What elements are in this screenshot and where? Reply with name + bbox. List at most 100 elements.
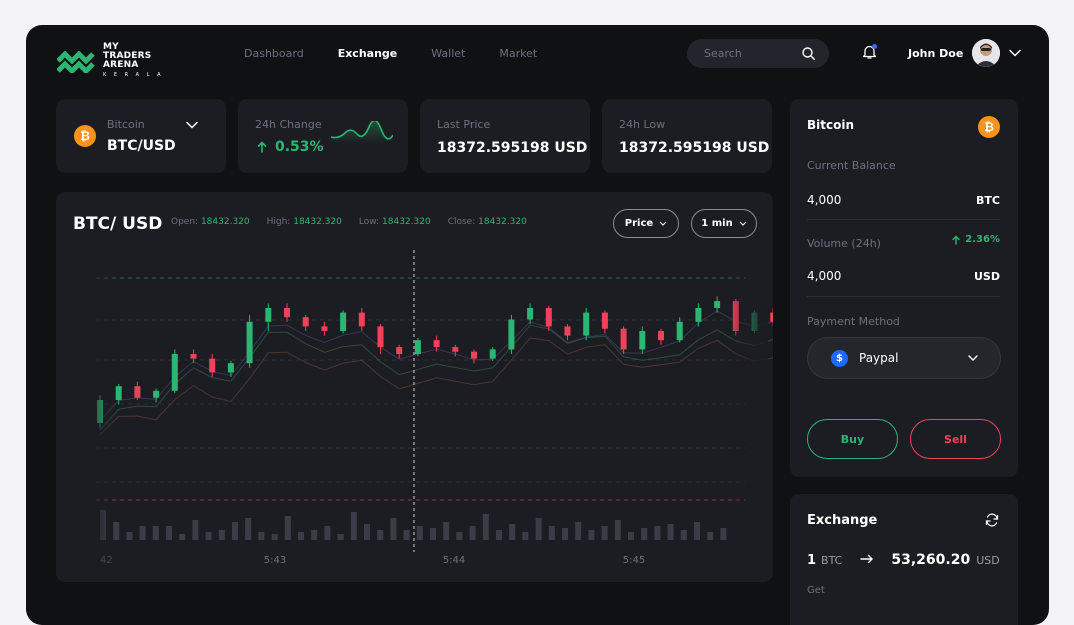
low-value: 18372.595198 USD — [619, 140, 770, 156]
brand-logo[interactable]: MY TRADERS ARENA K E R A L A — [57, 43, 164, 80]
candle-body — [115, 386, 122, 400]
arrow-up-icon — [257, 141, 267, 153]
candle-body — [171, 354, 178, 391]
candles — [97, 296, 773, 428]
volume-bar — [271, 534, 278, 540]
low-card: 24h Low 18372.595198 USD — [602, 99, 772, 173]
volume-bar — [337, 534, 344, 540]
refresh-icon[interactable] — [985, 513, 999, 527]
chevron-down-icon — [968, 355, 978, 361]
volume-bar — [522, 532, 529, 540]
candle-body — [508, 319, 515, 350]
volume-bar — [562, 528, 568, 540]
notifications-button[interactable] — [862, 44, 877, 64]
volume-bar — [694, 522, 700, 540]
arrow-up-icon — [952, 235, 960, 245]
candle-body — [639, 331, 646, 350]
brand-line-3: ARENA — [103, 60, 139, 70]
payment-method-label: Payment Method — [807, 315, 900, 328]
volume-bar — [720, 528, 727, 540]
balance-panel: Bitcoin ₿ Current Balance 4,000 BTC Volu… — [790, 99, 1018, 477]
volume-bar — [509, 524, 516, 540]
volume-bar — [601, 526, 608, 540]
candle-body — [620, 328, 627, 350]
nav-exchange[interactable]: Exchange — [338, 47, 398, 60]
candle-body — [340, 312, 347, 331]
volume-bar — [416, 526, 423, 540]
nav-market[interactable]: Market — [499, 47, 537, 60]
volume-bar — [482, 514, 489, 540]
nav-dashboard[interactable]: Dashboard — [244, 47, 304, 60]
volume-bar — [535, 518, 542, 540]
get-label: Get — [807, 585, 825, 596]
search-input[interactable] — [704, 47, 794, 60]
candle-body — [471, 351, 477, 359]
candle-body — [695, 308, 702, 322]
volume-bar — [166, 526, 172, 540]
volume-bar — [377, 530, 384, 540]
volume-bar — [298, 532, 304, 540]
arrow-right-icon — [860, 554, 874, 564]
nav-wallet[interactable]: Wallet — [431, 47, 465, 60]
volume-label: Volume (24h) — [807, 237, 881, 250]
volume-bar — [641, 528, 648, 540]
candle-body — [246, 321, 253, 364]
candle-body — [209, 358, 216, 373]
bitcoin-icon: ₿ — [978, 116, 1000, 138]
balance-coin-name: Bitcoin — [807, 118, 855, 132]
volume-bar — [469, 526, 476, 540]
candle-body — [714, 301, 721, 308]
volume-bar — [218, 530, 225, 540]
candle-body — [284, 308, 290, 318]
volume-bar — [232, 522, 238, 540]
payment-method-value: Paypal — [859, 351, 899, 365]
pair-selector-card[interactable]: ₿ Bitcoin BTC/USD — [56, 99, 226, 173]
volume-bar — [311, 530, 318, 540]
logo-mark-icon — [57, 50, 95, 73]
volume-bar — [614, 520, 621, 540]
time-tick-label: 5:45 — [623, 555, 645, 566]
candlestick-chart[interactable]: 42 5:43 5:44 5:45 — [56, 192, 773, 582]
change-value-row: 0.53% — [257, 139, 324, 155]
candle-body — [153, 390, 160, 398]
candle-body — [414, 340, 421, 354]
pair-value: BTC/USD — [107, 138, 176, 154]
chart-grid — [96, 277, 746, 501]
last-price-card: Last Price 18372.595198 USD — [420, 99, 590, 173]
avatar — [972, 39, 1001, 67]
candle-body — [770, 312, 773, 322]
buy-button[interactable]: Buy — [807, 419, 898, 459]
paypal-icon: $ — [831, 349, 848, 367]
volume-bar — [680, 530, 687, 540]
volume-bar — [364, 524, 370, 540]
indicator-lines — [99, 310, 773, 435]
user-name: John Doe — [908, 46, 964, 60]
brand-line-4: K E R A L A — [103, 72, 164, 78]
volume-bar — [403, 530, 410, 540]
volume-bar — [443, 522, 450, 540]
candle-body — [676, 321, 683, 341]
volume-bar — [324, 526, 331, 540]
chart-fade-left — [76, 252, 116, 552]
time-axis: 42 5:43 5:44 5:45 — [100, 555, 645, 566]
exchange-rate-row: 1 BTC 53,260.20 USD — [807, 552, 1002, 568]
change-label: 24h Change — [255, 118, 322, 131]
sell-button[interactable]: Sell — [910, 419, 1001, 459]
volume-unit: USD — [974, 270, 1000, 283]
volume-bar — [139, 526, 146, 540]
candle-body — [564, 326, 571, 336]
candle-body — [134, 386, 141, 398]
candle-body — [489, 349, 496, 359]
time-tick-label: 5:44 — [443, 555, 465, 566]
divider — [807, 296, 1000, 297]
main-nav: Dashboard Exchange Wallet Market — [244, 47, 537, 60]
sparkline — [331, 121, 393, 143]
volume-bar — [667, 524, 674, 540]
payment-method-select[interactable]: $ Paypal — [807, 337, 1001, 379]
app-window: MY TRADERS ARENA K E R A L A Dashboard E… — [26, 25, 1049, 625]
pair-label: Bitcoin — [107, 118, 145, 131]
search-box — [687, 39, 829, 68]
user-menu[interactable]: John Doe — [908, 39, 1021, 67]
candle-body — [302, 317, 309, 327]
search-icon[interactable] — [802, 47, 815, 60]
